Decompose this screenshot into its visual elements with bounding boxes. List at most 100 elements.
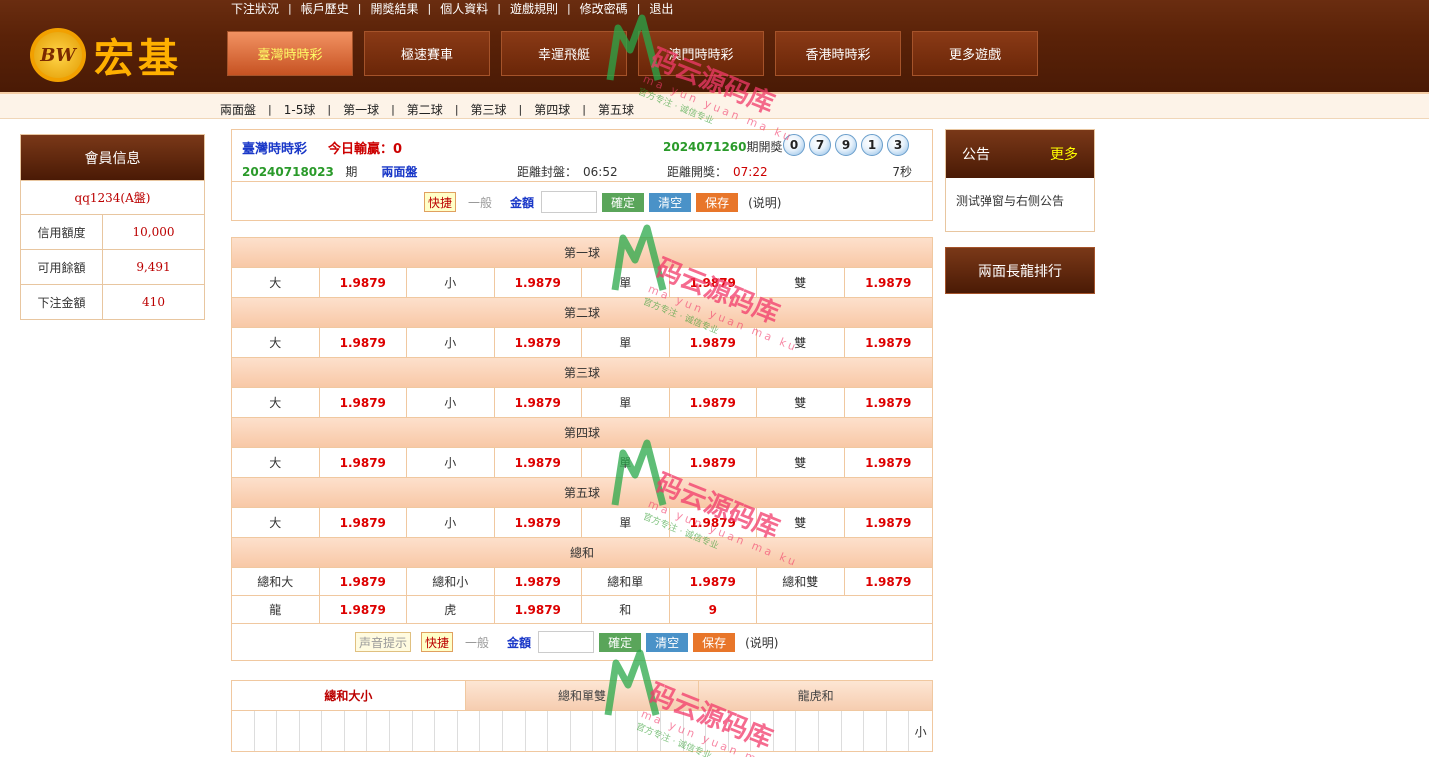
bet-option-label[interactable]: 單: [582, 508, 670, 537]
bet-option-odds[interactable]: 1.9879: [845, 328, 933, 357]
clear-button[interactable]: 清空: [649, 192, 692, 212]
bet-option-label[interactable]: 單: [582, 328, 670, 357]
top-link-5[interactable]: 修改密碼: [571, 0, 637, 17]
bet-option-odds[interactable]: 1.9879: [495, 508, 582, 537]
save-button[interactable]: 保存: [693, 632, 736, 652]
sub-nav-item-5[interactable]: 第四球: [522, 101, 582, 118]
bet-option-odds[interactable]: 1.9879: [320, 268, 407, 297]
clear-button[interactable]: 清空: [646, 632, 689, 652]
bet-option-odds[interactable]: 1.9879: [495, 268, 582, 297]
bet-option-label[interactable]: 大: [232, 328, 320, 357]
bet-option-odds[interactable]: 1.9879: [495, 448, 582, 477]
bet-option-label[interactable]: 大: [232, 508, 320, 537]
bet-option-odds[interactable]: 1.9879: [845, 508, 933, 537]
bet-option-label[interactable]: 單: [582, 448, 670, 477]
sub-nav-item-1[interactable]: 1-5球: [272, 101, 328, 118]
bet-option-odds[interactable]: 1.9879: [495, 388, 582, 417]
top-link-0[interactable]: 下注狀況: [222, 0, 288, 17]
normal-mode-button[interactable]: 一般: [468, 194, 492, 211]
sub-nav-item-2[interactable]: 第一球: [331, 101, 391, 118]
bet-option-label[interactable]: 總和小: [407, 568, 495, 595]
normal-mode-button[interactable]: 一般: [465, 634, 489, 651]
confirm-button[interactable]: 確定: [599, 632, 642, 652]
bet-option-label[interactable]: 小: [407, 448, 495, 477]
bet-option-label[interactable]: 雙: [757, 448, 845, 477]
bet-option-label[interactable]: 雙: [757, 268, 845, 297]
bet-option-odds[interactable]: 1.9879: [495, 568, 582, 595]
road-tab-0[interactable]: 總和大小: [232, 681, 466, 710]
bet-option-label[interactable]: 雙: [757, 328, 845, 357]
bet-option-label[interactable]: 小: [407, 508, 495, 537]
bet-option-odds[interactable]: 1.9879: [845, 388, 933, 417]
bet-option-odds[interactable]: 1.9879: [670, 448, 757, 477]
top-link-4[interactable]: 遊戲規則: [501, 0, 567, 17]
bet-option-odds[interactable]: 1.9879: [495, 596, 582, 623]
quick-mode-button[interactable]: 快捷: [421, 632, 454, 652]
bet-option-odds[interactable]: 1.9879: [320, 568, 407, 595]
notice-more-link[interactable]: 更多: [1050, 144, 1078, 164]
dragon-ranking-button[interactable]: 兩面長龍排行: [945, 247, 1095, 294]
notice-body[interactable]: 测试弹窗与右侧公告: [946, 178, 1094, 223]
bet-option-label[interactable]: 總和大: [232, 568, 320, 595]
bet-option-label[interactable]: 龍: [232, 596, 320, 623]
member-row-value: 10,000: [132, 225, 175, 239]
bet-option-label[interactable]: 大: [232, 448, 320, 477]
section-title: 第五球: [232, 478, 932, 508]
bet-option-label[interactable]: 總和雙: [757, 568, 845, 595]
top-link-3[interactable]: 個人資料: [431, 0, 497, 17]
bet-option-odds[interactable]: 1.9879: [320, 328, 407, 357]
bet-option-label[interactable]: 總和單: [582, 568, 670, 595]
bet-option-odds[interactable]: 1.9879: [670, 568, 757, 595]
bet-option-label[interactable]: 小: [407, 328, 495, 357]
bet-option-odds[interactable]: 1.9879: [320, 448, 407, 477]
game-tab-3[interactable]: 澳門時時彩: [638, 31, 764, 76]
game-tab-0[interactable]: 臺灣時時彩: [227, 31, 353, 76]
sub-nav-item-3[interactable]: 第二球: [395, 101, 455, 118]
bet-option-label[interactable]: 雙: [757, 508, 845, 537]
sub-nav-item-0[interactable]: 兩面盤: [220, 101, 268, 118]
bet-option-label[interactable]: 小: [407, 388, 495, 417]
game-tab-4[interactable]: 香港時時彩: [775, 31, 901, 76]
help-link[interactable]: (说明): [745, 634, 778, 651]
top-link-6[interactable]: 退出: [640, 0, 682, 17]
bet-option-odds[interactable]: 1.9879: [495, 328, 582, 357]
bet-option-odds[interactable]: 1.9879: [320, 596, 407, 623]
bet-option-odds[interactable]: 1.9879: [670, 388, 757, 417]
bet-option-odds[interactable]: 1.9879: [320, 508, 407, 537]
bet-option-odds[interactable]: 1.9879: [670, 328, 757, 357]
amount-input[interactable]: [541, 191, 598, 213]
amount-input[interactable]: [538, 631, 595, 653]
bet-option-odds[interactable]: 1.9879: [670, 268, 757, 297]
sub-nav-item-6[interactable]: 第五球: [586, 101, 646, 118]
game-tab-5[interactable]: 更多遊戲: [912, 31, 1038, 76]
game-tab-2[interactable]: 幸運飛艇: [501, 31, 627, 76]
bet-option-label[interactable]: 大: [232, 388, 320, 417]
bet-option-odds[interactable]: 1.9879: [845, 268, 933, 297]
save-button[interactable]: 保存: [696, 192, 739, 212]
game-tab-1[interactable]: 極速賽車: [364, 31, 490, 76]
road-map-tabs: 總和大小 總和單雙 龍虎和: [232, 681, 933, 711]
bet-option-label[interactable]: 單: [582, 268, 670, 297]
bet-option-odds[interactable]: 9: [670, 596, 757, 623]
quick-mode-button[interactable]: 快捷: [424, 192, 457, 212]
road-cell: [255, 711, 278, 751]
sound-toggle-button[interactable]: 声音提示: [355, 632, 412, 652]
bet-option-label[interactable]: 大: [232, 268, 320, 297]
top-link-1[interactable]: 帳戶歷史: [292, 0, 358, 17]
bet-option-odds[interactable]: 1.9879: [845, 448, 933, 477]
bet-option-odds[interactable]: 1.9879: [670, 508, 757, 537]
bet-option-label[interactable]: 單: [582, 388, 670, 417]
sub-nav-item-4[interactable]: 第三球: [459, 101, 519, 118]
bet-option-odds[interactable]: 1.9879: [845, 568, 933, 595]
road-tab-2[interactable]: 龍虎和: [699, 681, 933, 710]
road-tab-1[interactable]: 總和單雙: [465, 681, 700, 710]
help-link[interactable]: (说明): [748, 194, 781, 211]
bet-option-label[interactable]: 小: [407, 268, 495, 297]
bet-option-label[interactable]: 和: [582, 596, 670, 623]
bet-option-odds[interactable]: 1.9879: [320, 388, 407, 417]
bet-option-label[interactable]: 雙: [757, 388, 845, 417]
confirm-button[interactable]: 確定: [602, 192, 645, 212]
road-cell: [864, 711, 887, 751]
bet-option-label[interactable]: 虎: [407, 596, 495, 623]
top-link-2[interactable]: 開獎結果: [361, 0, 427, 17]
